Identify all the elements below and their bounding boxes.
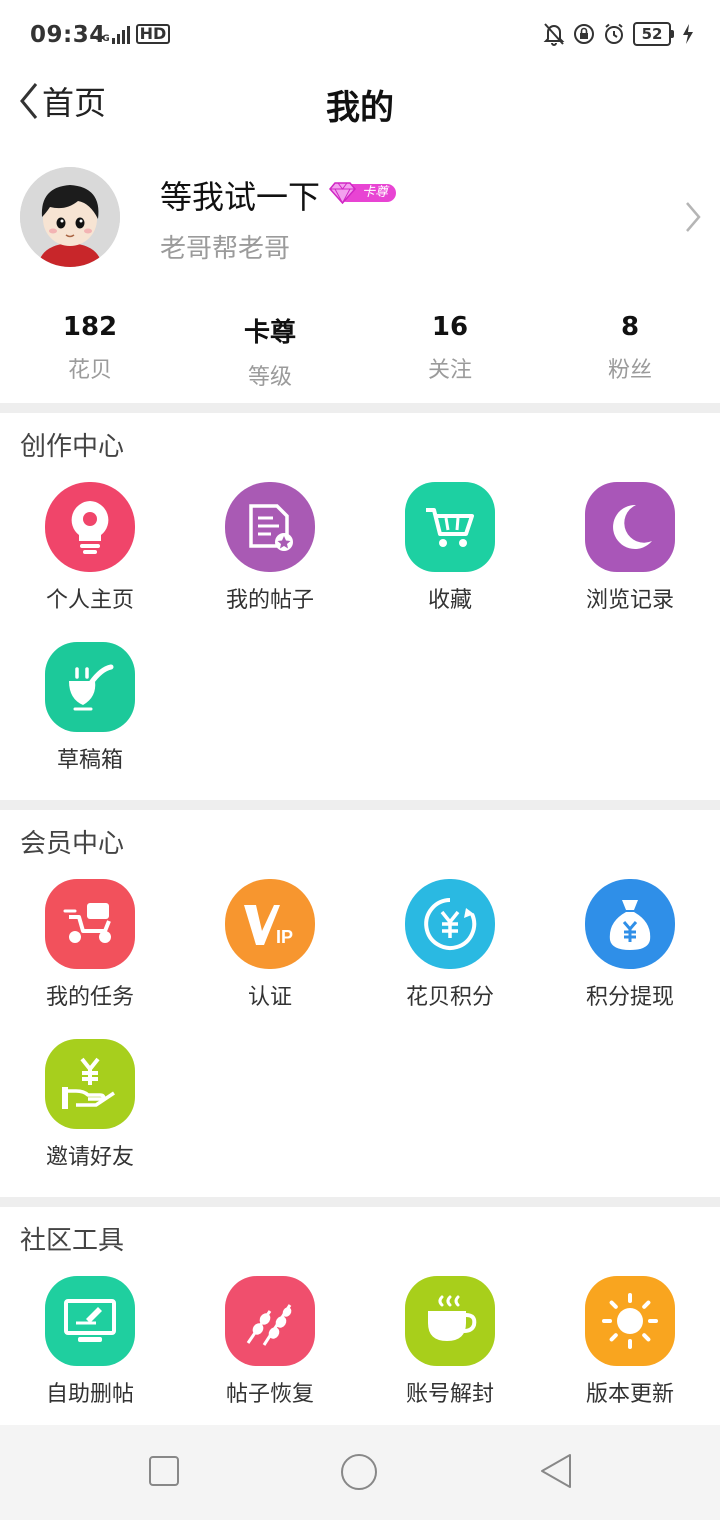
grid-item-label: 账号解封: [405, 1382, 494, 1407]
grid-item-label: 我的帖子: [225, 588, 314, 613]
stat-value: 16: [431, 312, 469, 342]
skewer-icon: [225, 1276, 315, 1366]
section-divider: [0, 1197, 720, 1207]
grid-item-label: 草稿箱: [56, 748, 123, 773]
money-bag-icon: [585, 879, 675, 969]
grid-item-history[interactable]: 浏览记录: [540, 482, 720, 614]
stat-following[interactable]: 16 关注: [360, 300, 540, 400]
grid-item-label: 浏览记录: [585, 588, 674, 613]
grid-item-label: 个人主页: [45, 588, 134, 613]
battery-icon: 52: [633, 22, 674, 46]
vip-icon: IP: [225, 879, 315, 969]
grid-item-points[interactable]: 花贝积分: [360, 879, 540, 1011]
avatar[interactable]: [20, 167, 120, 267]
page-title: 我的: [326, 88, 394, 128]
recent-apps-icon[interactable]: [148, 1455, 180, 1487]
document-icon: [225, 482, 315, 572]
grid-item-withdraw[interactable]: 积分提现: [540, 879, 720, 1011]
grid-item-label: 我的任务: [45, 985, 134, 1010]
signal-icon: [111, 26, 130, 44]
system-nav-bar: [0, 1425, 720, 1520]
hd-badge: HD: [135, 24, 171, 44]
grid-item-restore-post[interactable]: 帖子恢复: [180, 1276, 360, 1408]
stat-level[interactable]: 卡尊 等级: [180, 300, 360, 400]
grid-item-label: 自助删帖: [45, 1382, 134, 1407]
section-divider: [0, 403, 720, 413]
grid-item-label: 收藏: [427, 588, 472, 613]
scooter-icon: [45, 879, 135, 969]
battery-level: 52: [633, 22, 671, 46]
stat-fans[interactable]: 8 粉丝: [540, 300, 720, 400]
top-nav: 首页 我的: [0, 72, 720, 134]
stat-label: 粉丝: [607, 358, 652, 383]
stat-label: 等级: [247, 365, 292, 390]
monitor-pen-icon: [45, 1276, 135, 1366]
lock-rotate-icon: [574, 24, 594, 44]
moon-icon: [585, 482, 675, 572]
svg-text:IP: IP: [276, 927, 293, 947]
stat-huabei[interactable]: 182 花贝: [0, 300, 180, 400]
back-button[interactable]: 首页: [18, 78, 106, 124]
grid-item-favorites[interactable]: 收藏: [360, 482, 540, 614]
grid-item-label: 版本更新: [585, 1382, 674, 1407]
grid-item-label: 帖子恢复: [225, 1382, 314, 1407]
home-icon[interactable]: [340, 1453, 378, 1491]
vip-badge-label: 卡尊: [362, 185, 389, 200]
stats-row: 182 花贝 卡尊 等级 16 关注 8 粉丝: [0, 300, 720, 400]
sun-icon: [585, 1276, 675, 1366]
grid-item-label: 认证: [247, 985, 292, 1010]
status-icons: 52: [543, 22, 694, 46]
chevron-left-icon: [20, 83, 38, 119]
section-divider: [0, 800, 720, 810]
yuan-refresh-icon: [405, 879, 495, 969]
user-signature: 老哥帮老哥: [160, 234, 291, 264]
grid-item-label: 花贝积分: [405, 985, 494, 1010]
stat-label: 花贝: [67, 358, 112, 383]
grid-item-invite[interactable]: 邀请好友: [0, 1039, 180, 1171]
grid-item-verify[interactable]: IP 认证: [180, 879, 360, 1011]
avatar-image: [20, 167, 120, 267]
status-time: 09:34: [30, 22, 106, 48]
grid-item-label: 积分提现: [585, 985, 674, 1010]
coffee-cup-icon: [405, 1276, 495, 1366]
vip-badge: 卡尊: [328, 180, 398, 206]
profile-card[interactable]: 等我试一下 卡尊 老哥帮老哥: [0, 150, 720, 290]
back-label: 首页: [42, 84, 107, 122]
stat-label: 关注: [427, 358, 472, 383]
grid-item-my-tasks[interactable]: 我的任务: [0, 879, 180, 1011]
section-title-creation: 创作中心: [20, 432, 125, 462]
grid-item-delete-post[interactable]: 自助删帖: [0, 1276, 180, 1408]
section-title-member: 会员中心: [20, 829, 125, 859]
stat-value: 卡尊: [243, 318, 296, 348]
hand-yuan-icon: [45, 1039, 135, 1129]
grid-item-unban[interactable]: 账号解封: [360, 1276, 540, 1408]
grid-item-drafts[interactable]: 草稿箱: [0, 642, 180, 774]
lightbulb-icon: [45, 482, 135, 572]
chevron-right-icon: [686, 202, 701, 232]
signal-indicator: 4G HD: [96, 24, 171, 44]
stat-value: 8: [620, 312, 640, 342]
cart-icon: [405, 482, 495, 572]
smile-pipe-icon: [45, 642, 135, 732]
alarm-icon: [605, 23, 623, 44]
grid-item-update[interactable]: 版本更新: [540, 1276, 720, 1408]
stat-value: 182: [62, 312, 118, 342]
grid-item-homepage[interactable]: 个人主页: [0, 482, 180, 614]
grid-item-label: 邀请好友: [45, 1145, 134, 1170]
back-nav-icon[interactable]: [538, 1453, 574, 1489]
network-type: 4G: [96, 34, 110, 44]
username: 等我试一下: [160, 178, 321, 216]
charging-icon: [683, 24, 693, 44]
mute-bell-icon: [543, 23, 565, 46]
section-title-tools: 社区工具: [20, 1226, 125, 1256]
status-bar: 09:34 4G HD 52: [0, 0, 720, 72]
grid-item-my-posts[interactable]: 我的帖子: [180, 482, 360, 614]
